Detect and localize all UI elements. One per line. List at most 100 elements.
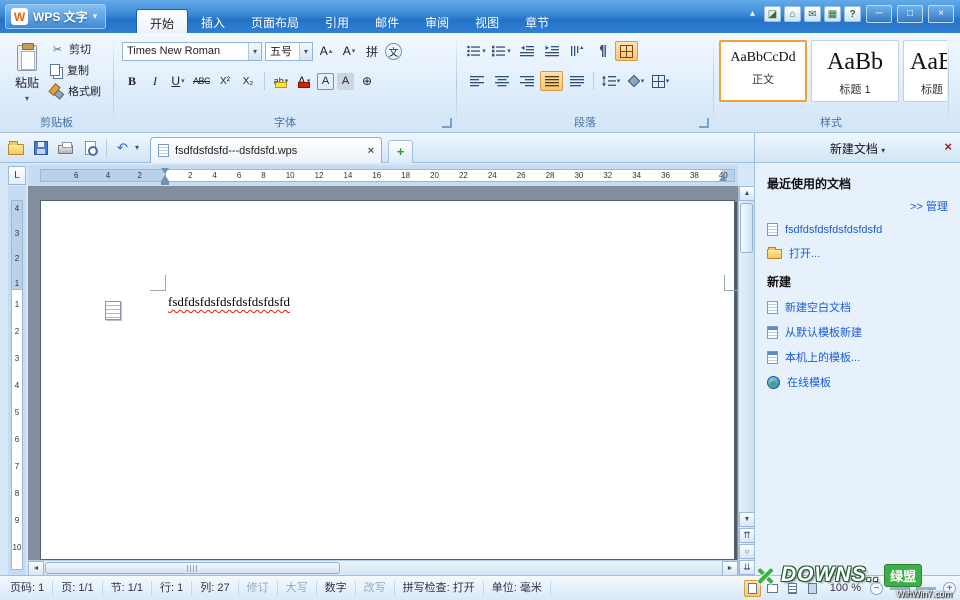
scroll-right-button[interactable]: ► (722, 561, 738, 576)
left-indent-marker[interactable] (161, 181, 169, 185)
style-normal[interactable]: AaBbCcDd 正文 (719, 40, 807, 102)
zoom-slider-handle[interactable] (909, 582, 917, 595)
save-button[interactable] (31, 138, 50, 157)
ribbon-tab[interactable]: 章节 (512, 9, 562, 33)
horizontal-scroll-thumb[interactable] (45, 562, 340, 574)
circle-character-button[interactable]: ⊕ (357, 71, 377, 91)
borders-button[interactable]: ▾ (649, 71, 672, 91)
select-browse-object-button[interactable]: ○ (739, 544, 755, 559)
status-spellcheck[interactable]: 拼写检查: 打开 (395, 581, 484, 596)
print-button[interactable] (56, 138, 75, 157)
tab-selector[interactable]: L (8, 166, 26, 185)
chevron-down-icon[interactable]: ▾ (135, 143, 139, 152)
manage-link[interactable]: >> 管理 (767, 198, 948, 214)
style-heading[interactable]: AaB 标题 (903, 40, 947, 102)
enclose-characters-button[interactable]: 文 (385, 43, 402, 60)
document-page[interactable]: fsdfdsfdsfdsfdsfdsfdsfd (40, 200, 735, 560)
new-blank-document-link[interactable]: 新建空白文档 (767, 299, 948, 315)
status-track-changes[interactable]: 修订 (239, 581, 278, 596)
right-indent-marker[interactable] (719, 175, 727, 181)
distribute-button[interactable] (565, 71, 588, 91)
align-center-button[interactable] (490, 71, 513, 91)
font-dialog-launcher[interactable] (442, 118, 452, 128)
cut-button[interactable]: ✂ 剪切 (50, 41, 101, 57)
grid-icon[interactable]: ▦ (824, 6, 841, 22)
format-painter-button[interactable]: 格式刷 (50, 83, 101, 99)
show-gridlines-button[interactable] (615, 41, 638, 61)
print-preview-button[interactable] (81, 138, 100, 157)
vertical-scrollbar[interactable]: ▲ ▼ ⇈ ○ ⇊ (738, 186, 754, 575)
document-text[interactable]: fsdfdsfdsfdsfdsfdsfdsfd (168, 294, 290, 310)
local-templates-link[interactable]: 本机上的模板... (767, 349, 948, 365)
character-border-button[interactable]: A (317, 73, 334, 90)
document-canvas[interactable]: fsdfdsfdsfdsfdsfdsfdsfd (28, 186, 738, 560)
new-from-default-template-link[interactable]: 从默认模板新建 (767, 324, 948, 340)
font-size-combo[interactable]: 五号 ▾ (265, 42, 313, 61)
previous-page-button[interactable]: ⇈ (739, 528, 755, 543)
tab-close-icon[interactable]: × (368, 145, 374, 157)
app-menu-button[interactable]: W WPS 文字 ▾ (5, 4, 106, 29)
superscript-button[interactable]: X² (215, 71, 235, 91)
ribbon-tab[interactable]: 邮件 (362, 9, 412, 33)
print-layout-view-button[interactable] (744, 580, 761, 597)
home-icon[interactable]: ⌂ (784, 6, 801, 22)
ribbon-tab[interactable]: 开始 (136, 9, 188, 33)
zoom-out-button[interactable]: − (870, 582, 883, 595)
ribbon-tab[interactable]: 页面布局 (238, 9, 312, 33)
next-page-button[interactable]: ⇊ (739, 560, 755, 575)
shading-button[interactable]: ▾ (624, 71, 647, 91)
bold-button[interactable]: B (122, 71, 142, 91)
minimize-button[interactable]: ─ (866, 5, 892, 23)
full-screen-view-button[interactable] (804, 580, 821, 597)
vertical-scroll-thumb[interactable] (740, 203, 753, 253)
document-tab[interactable]: fsdfdsfdsfd---dsfdsfd.wps × (150, 137, 382, 163)
bullets-button[interactable]: ▾ (465, 41, 488, 61)
horizontal-ruler[interactable]: 642 246810121416182022242628303234363840 (28, 165, 738, 186)
horizontal-scrollbar[interactable]: ◄ ► (28, 560, 738, 575)
copy-button[interactable]: 复制 (50, 62, 101, 78)
taskpane-close-icon[interactable]: × (944, 139, 952, 154)
pinyin-guide-button[interactable]: 拼 (362, 41, 382, 61)
zoom-in-button[interactable]: + (943, 582, 956, 595)
line-spacing-button[interactable]: ▾ (599, 71, 622, 91)
text-direction-button[interactable] (565, 41, 588, 61)
mail-icon[interactable]: ✉ (804, 6, 821, 22)
open-link[interactable]: 打开... (767, 245, 948, 261)
ribbon-tab[interactable]: 视图 (462, 9, 512, 33)
style-heading-1[interactable]: AaBb 标题 1 (811, 40, 899, 102)
scroll-down-button[interactable]: ▼ (739, 512, 755, 527)
decrease-indent-button[interactable] (515, 41, 538, 61)
align-left-button[interactable] (465, 71, 488, 91)
recent-document-link[interactable]: fsdfdsfdsfdsfdsfdsfd (767, 223, 948, 236)
smart-tag-icon[interactable] (105, 301, 121, 320)
taskpane-title-dropdown[interactable]: 新建文档 ▾ (755, 140, 960, 157)
ribbon-tab[interactable]: 引用 (312, 9, 362, 33)
highlight-color-button[interactable]: ab▾ (271, 71, 291, 91)
status-unit[interactable]: 单位: 毫米 (484, 581, 551, 596)
undo-button[interactable]: ↶ (113, 138, 132, 157)
ribbon-tab[interactable]: 插入 (188, 9, 238, 33)
maximize-button[interactable]: □ (897, 5, 923, 23)
numbering-button[interactable]: ▾ (490, 41, 513, 61)
skin-icon[interactable]: ◪ (764, 6, 781, 22)
collapse-ribbon-icon[interactable]: ▴ (744, 6, 761, 22)
chevron-down-icon[interactable]: ▾ (248, 43, 261, 60)
open-button[interactable] (6, 138, 25, 157)
vertical-ruler[interactable]: 4321 12345678910 (8, 186, 26, 575)
help-icon[interactable]: ? (844, 6, 861, 22)
underline-button[interactable]: U▾ (168, 71, 188, 91)
subscript-button[interactable]: X₂ (238, 71, 258, 91)
online-templates-link[interactable]: 在线模板 (767, 374, 948, 390)
scroll-up-button[interactable]: ▲ (739, 186, 755, 201)
close-button[interactable]: × (928, 5, 954, 23)
zoom-level[interactable]: 100 % (824, 582, 867, 594)
justify-button[interactable] (540, 71, 563, 91)
first-line-indent-marker[interactable] (161, 168, 169, 174)
align-right-button[interactable] (515, 71, 538, 91)
new-tab-button[interactable]: + (388, 140, 413, 163)
shrink-font-button[interactable]: A▾ (339, 41, 359, 61)
italic-button[interactable]: I (145, 71, 165, 91)
zoom-slider[interactable] (890, 587, 936, 590)
paragraph-dialog-launcher[interactable] (699, 118, 709, 128)
outline-view-button[interactable] (784, 580, 801, 597)
